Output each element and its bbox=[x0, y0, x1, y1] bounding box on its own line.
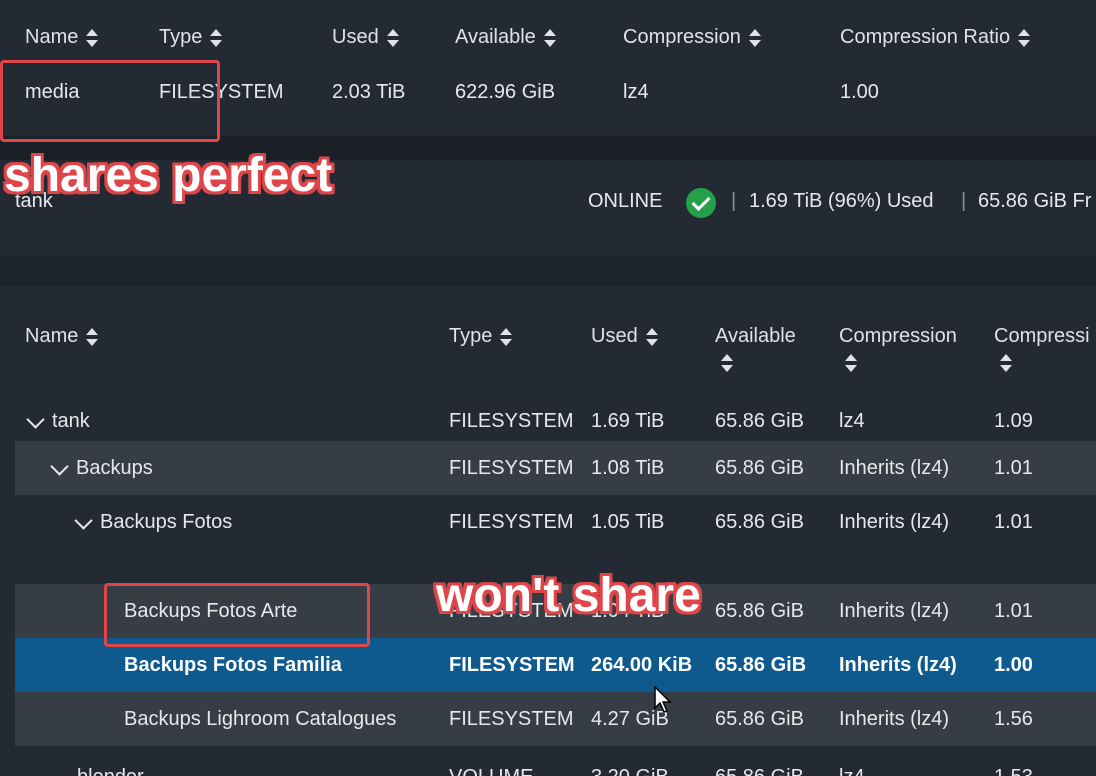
dataset-available: 65.86 GiB bbox=[715, 600, 804, 622]
dataset-compression: Inherits (lz4) bbox=[839, 654, 957, 676]
dataset-available: 65.86 GiB bbox=[715, 410, 804, 432]
panel-gap bbox=[0, 256, 1096, 286]
sort-icon[interactable] bbox=[210, 28, 223, 47]
dataset-available: 65.86 GiB bbox=[715, 511, 804, 533]
header-used[interactable]: Used bbox=[591, 325, 658, 348]
sort-icon[interactable] bbox=[1018, 28, 1031, 47]
dataset-used: 1.08 TiB bbox=[591, 457, 665, 479]
dataset-used: 1.05 TiB bbox=[591, 511, 665, 533]
sort-icon[interactable] bbox=[845, 354, 857, 372]
chevron-down-icon[interactable] bbox=[50, 457, 69, 476]
table-row[interactable]: Backups FILESYSTEM 1.08 TiB 65.86 GiB In… bbox=[15, 441, 1096, 495]
dataset-compression-ratio: 1.00 bbox=[840, 81, 879, 103]
header-name[interactable]: Name bbox=[25, 26, 99, 49]
dataset-compression-ratio: 1.53 bbox=[994, 766, 1033, 776]
dataset-compression: lz4 bbox=[839, 766, 865, 776]
dataset-name[interactable]: Backups Lighroom Catalogues bbox=[124, 708, 396, 731]
dataset-used: 264.00 KiB bbox=[591, 654, 693, 676]
header-type[interactable]: Type bbox=[159, 26, 223, 49]
sort-icon[interactable] bbox=[386, 28, 399, 47]
header-compression[interactable]: Compression bbox=[839, 325, 957, 372]
header-type[interactable]: Type bbox=[449, 325, 513, 348]
table-row[interactable]: Backups Lighroom Catalogues FILESYSTEM 4… bbox=[15, 692, 1096, 746]
dataset-available: 622.96 GiB bbox=[455, 81, 556, 103]
dataset-compression: Inherits (lz4) bbox=[839, 511, 950, 533]
sort-icon[interactable] bbox=[721, 354, 733, 372]
dataset-type: FILESYSTEM bbox=[449, 511, 574, 533]
dataset-compression: Inherits (lz4) bbox=[839, 708, 950, 730]
dataset-name[interactable]: Backups Fotos Familia bbox=[124, 654, 342, 677]
dataset-name-cell[interactable]: Backups bbox=[50, 457, 153, 480]
sort-icon[interactable] bbox=[1000, 354, 1012, 372]
pool-free: 65.86 GiB Fr bbox=[978, 190, 1092, 212]
sort-icon[interactable] bbox=[86, 327, 99, 346]
chevron-down-icon[interactable] bbox=[26, 410, 45, 429]
online-check-icon bbox=[686, 188, 716, 218]
dataset-used: 3.20 GiB bbox=[591, 766, 669, 776]
dataset-used: 2.03 TiB bbox=[332, 81, 406, 103]
dataset-compression: Inherits (lz4) bbox=[839, 457, 950, 479]
header-name[interactable]: Name bbox=[25, 325, 99, 348]
dataset-compression: lz4 bbox=[839, 410, 865, 432]
annotation-shares-perfect: shares perfect bbox=[4, 149, 333, 202]
header-used[interactable]: Used bbox=[332, 26, 399, 49]
dataset-compression-ratio: 1.01 bbox=[994, 600, 1033, 622]
dataset-compression-ratio: 1.09 bbox=[994, 410, 1033, 432]
dataset-type: FILESYSTEM bbox=[449, 410, 574, 432]
dataset-name-cell[interactable]: tank bbox=[26, 410, 90, 433]
pool-used: 1.69 TiB (96%) Used bbox=[749, 190, 934, 212]
dataset-type: FILESYSTEM bbox=[449, 708, 574, 730]
header-compression-ratio[interactable]: Compression Ratio bbox=[840, 26, 1031, 49]
pool-status: ONLINE bbox=[588, 190, 663, 212]
callout-box-backups-fotos-arte bbox=[104, 583, 370, 647]
dataset-type: FILESYSTEM bbox=[449, 457, 574, 479]
dataset-name[interactable]: blender bbox=[77, 766, 144, 776]
dataset-available: 65.86 GiB bbox=[715, 766, 804, 776]
dataset-available: 65.86 GiB bbox=[715, 708, 804, 730]
annotation-wont-share: won't share bbox=[436, 569, 701, 622]
dataset-compression-ratio: 1.01 bbox=[994, 457, 1033, 479]
separator: | bbox=[961, 190, 967, 212]
table-row[interactable]: blender VOLUME 3.20 GiB 65.86 GiB lz4 1.… bbox=[15, 746, 1096, 776]
sort-icon[interactable] bbox=[645, 327, 658, 346]
separator: | bbox=[731, 190, 737, 212]
header-available[interactable]: Available bbox=[715, 325, 796, 372]
dataset-compression-ratio: 1.01 bbox=[994, 511, 1033, 533]
table-row[interactable]: tank FILESYSTEM 1.69 TiB 65.86 GiB lz4 1… bbox=[15, 394, 1096, 448]
sort-icon[interactable] bbox=[86, 28, 99, 47]
header-compression[interactable]: Compression bbox=[623, 26, 761, 49]
dataset-name-cell[interactable]: Backups Fotos bbox=[74, 511, 232, 534]
dataset-used: 1.69 TiB bbox=[591, 410, 665, 432]
header-available[interactable]: Available bbox=[455, 26, 556, 49]
dataset-available: 65.86 GiB bbox=[715, 457, 804, 479]
dataset-compression: lz4 bbox=[623, 81, 649, 103]
dataset-compression: Inherits (lz4) bbox=[839, 600, 950, 622]
callout-box-media bbox=[0, 60, 220, 142]
dataset-type: FILESYSTEM bbox=[449, 654, 575, 676]
dataset-compression-ratio: 1.00 bbox=[994, 654, 1033, 676]
dataset-type: VOLUME bbox=[449, 766, 533, 776]
sort-icon[interactable] bbox=[748, 28, 761, 47]
chevron-down-icon[interactable] bbox=[74, 511, 93, 530]
dataset-compression-ratio: 1.56 bbox=[994, 708, 1033, 730]
sort-icon[interactable] bbox=[500, 327, 513, 346]
dataset-available: 65.86 GiB bbox=[715, 654, 807, 676]
sort-icon[interactable] bbox=[543, 28, 556, 47]
header-compression-ratio[interactable]: Compressi bbox=[994, 325, 1090, 372]
